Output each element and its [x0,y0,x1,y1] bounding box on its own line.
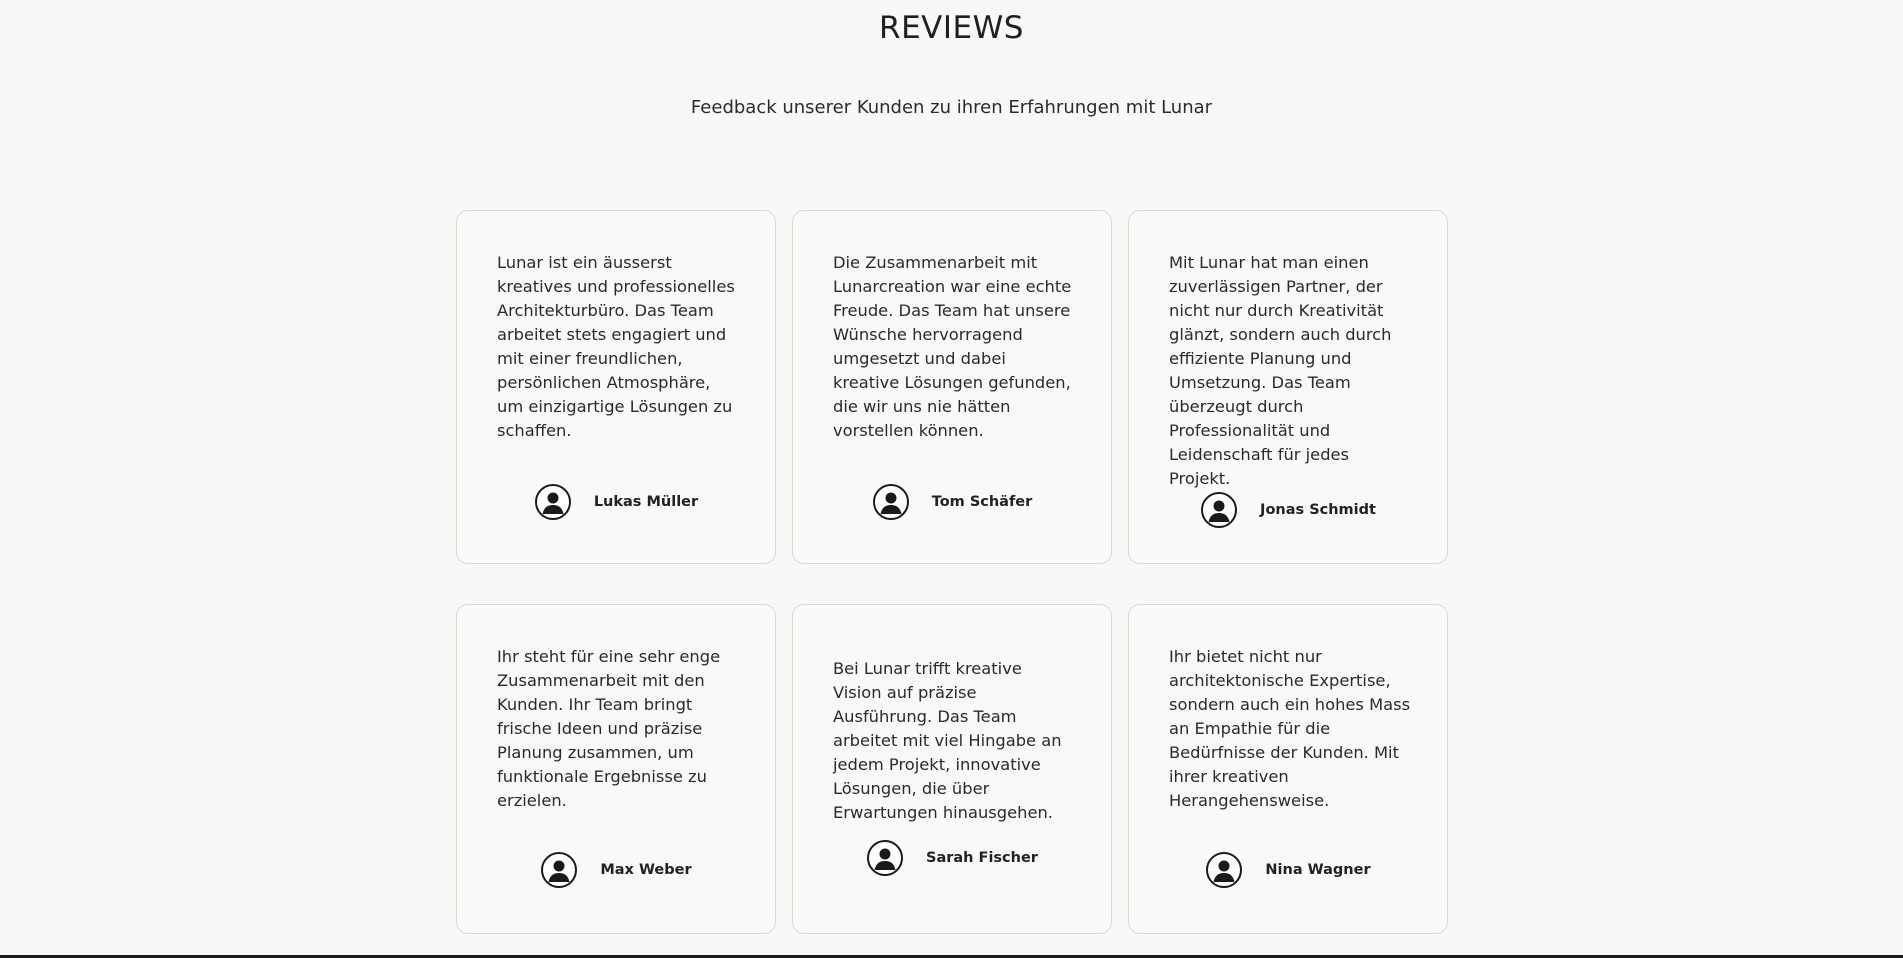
review-card: Mit Lunar hat man einen zuverlässigen Pa… [1128,210,1448,564]
user-avatar-icon [866,839,904,877]
review-author-name: Max Weber [600,862,692,878]
review-author: Lukas Müller [497,483,739,521]
review-text: Die Zusammenarbeit mit Lunarcreation war… [833,253,1072,440]
review-author-name: Lukas Müller [593,494,699,510]
review-text: Ihr bietet nicht nur architektonische Ex… [1169,647,1411,810]
review-author-name: Sarah Fischer [926,850,1038,866]
user-avatar-icon [534,483,572,521]
review-card: Ihr bietet nicht nur architektonische Ex… [1128,604,1448,934]
review-author-name: Tom Schäfer [931,494,1033,510]
user-avatar-icon [1205,851,1243,889]
review-author: Sarah Fischer [833,839,1075,877]
review-card: Lunar ist ein äusserst kreatives und pro… [456,210,776,564]
review-text: Lunar ist ein äusserst kreatives und pro… [497,253,735,440]
review-card: Die Zusammenarbeit mit Lunarcreation war… [792,210,1112,564]
section-subtitle: Feedback unserer Kunden zu ihren Erfahru… [690,97,1213,118]
review-author: Max Weber [497,851,739,889]
review-text: Ihr steht für eine sehr enge Zusammenarb… [497,647,721,810]
user-avatar-icon [1200,491,1238,529]
review-author: Jonas Schmidt [1169,491,1411,529]
review-text: Bei Lunar trifft kreative Vision auf prä… [833,659,1062,822]
review-card: Ihr steht für eine sehr enge Zusammenarb… [456,604,776,934]
review-author: Tom Schäfer [833,483,1075,521]
review-author-name: Nina Wagner [1265,862,1371,878]
review-text: Mit Lunar hat man einen zuverlässigen Pa… [1169,253,1392,488]
review-card: Bei Lunar trifft kreative Vision auf prä… [792,604,1112,934]
review-author-name: Jonas Schmidt [1260,502,1376,518]
review-author: Nina Wagner [1169,851,1411,889]
section-title: REVIEWS [879,10,1024,46]
user-avatar-icon [872,483,910,521]
user-avatar-icon [540,851,578,889]
reviews-grid: Lunar ist ein äusserst kreatives und pro… [456,210,1448,934]
